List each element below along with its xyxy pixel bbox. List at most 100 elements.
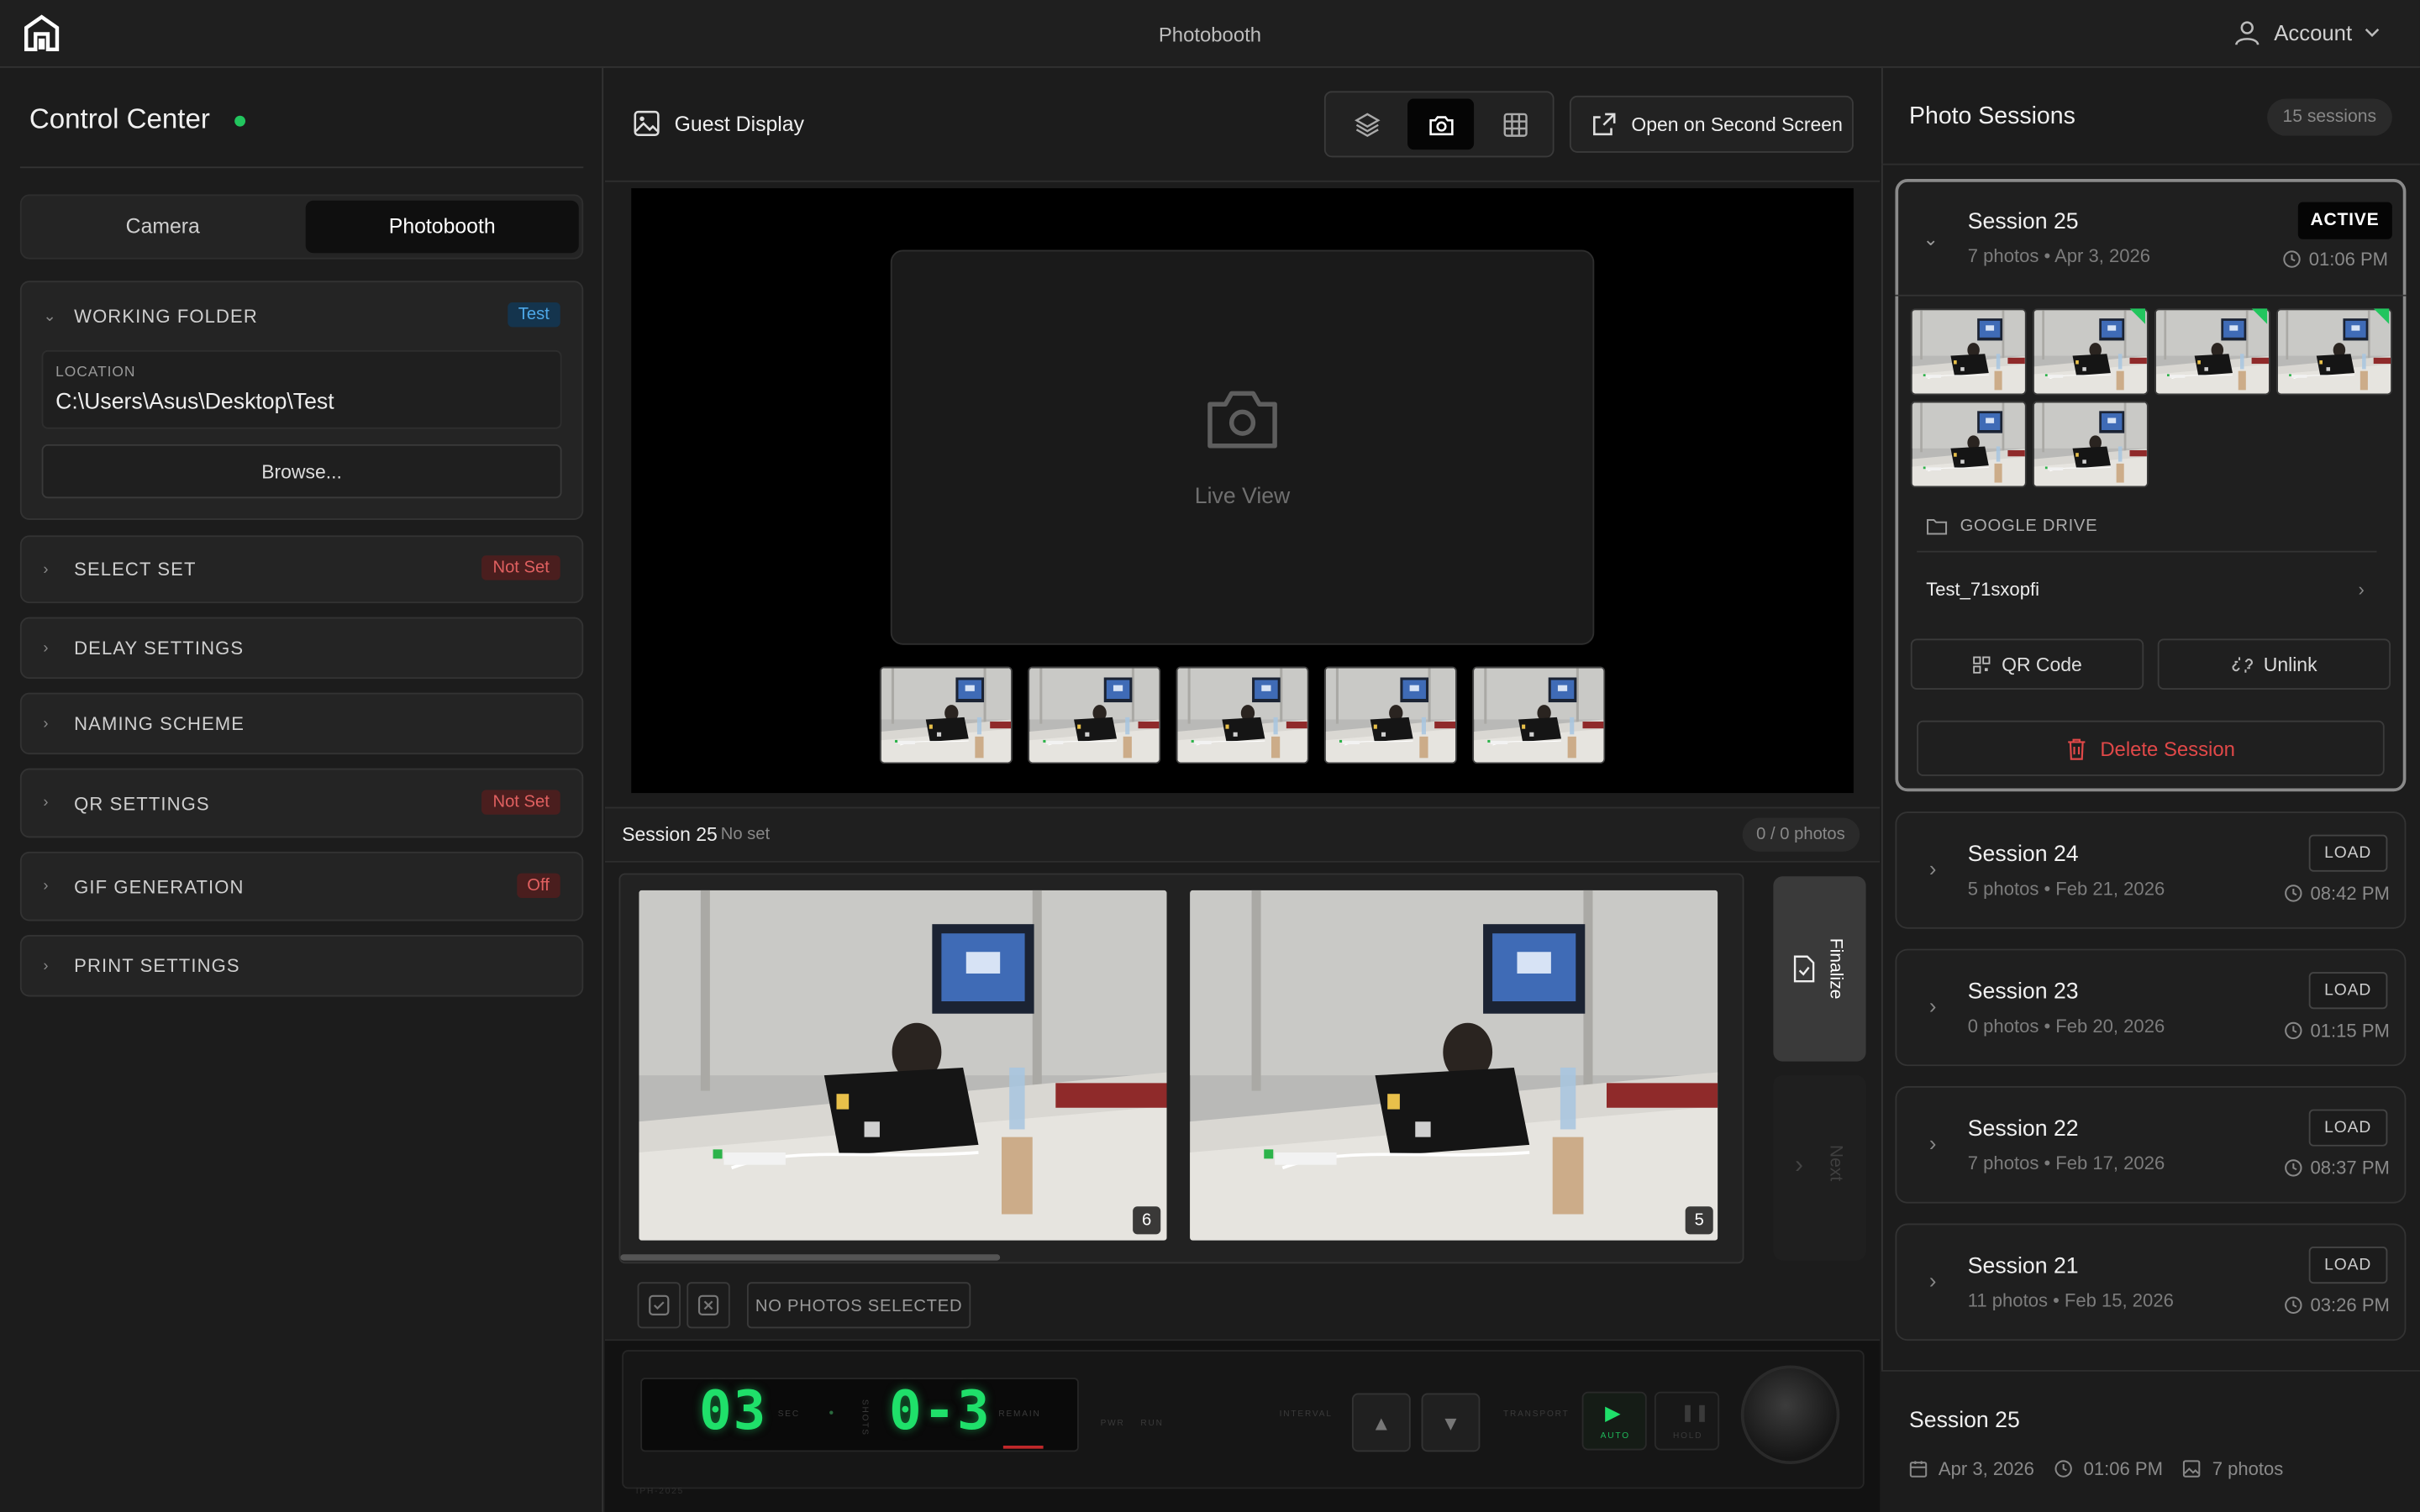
session-card[interactable]: › Session 23 0 photos • Feb 20, 2026 LOA… xyxy=(1895,948,2407,1067)
google-drive-label: GOOGLE DRIVE xyxy=(1926,517,2097,535)
gallery-photo[interactable] xyxy=(639,890,1166,1241)
section-label: SELECT SET xyxy=(74,558,197,580)
session-time: 01:06 PM xyxy=(2282,249,2388,270)
unlink-label: Unlink xyxy=(2263,653,2317,675)
section-qr-settings[interactable]: › QR SETTINGS Not Set xyxy=(19,768,584,838)
session-meta: 7 photos • Apr 3, 2026 xyxy=(1967,245,2151,267)
section-label: QR SETTINGS xyxy=(74,792,210,814)
uploaded-marker xyxy=(2129,308,2146,324)
interval-down-button[interactable]: ▼ xyxy=(1421,1393,1481,1452)
chevron-right-icon: › xyxy=(43,794,50,812)
session-card[interactable]: › Session 24 5 photos • Feb 21, 2026 LOA… xyxy=(1895,811,2407,929)
divider xyxy=(1881,163,2420,165)
session-thumbnail[interactable] xyxy=(1910,401,2027,488)
strip-thumbnail[interactable] xyxy=(1176,666,1309,764)
count-readout: 0-3 xyxy=(888,1380,992,1443)
next-label: Next xyxy=(1825,1144,1844,1182)
auto-play-button[interactable]: ▶ AUTO xyxy=(1581,1391,1647,1451)
clock-icon xyxy=(2054,1460,2072,1478)
status-badge: Off xyxy=(516,873,560,898)
section-select-set[interactable]: › SELECT SET Not Set xyxy=(19,535,584,604)
status-badge: Not Set xyxy=(481,555,560,580)
chevron-right-icon: › xyxy=(1928,1131,1937,1156)
clock-icon xyxy=(2285,1159,2302,1177)
run-label: RUN xyxy=(1140,1419,1164,1429)
active-badge: ACTIVE xyxy=(2297,202,2392,239)
interval-up-button[interactable]: ▲ xyxy=(1351,1393,1411,1452)
display-mode-toggle xyxy=(1323,91,1555,158)
section-gif-generation[interactable]: › GIF GENERATION Off xyxy=(19,851,584,921)
account-label: Account xyxy=(2274,19,2353,45)
browse-button[interactable]: Browse... xyxy=(41,444,562,499)
section-delay-settings[interactable]: › DELAY SETTINGS xyxy=(19,617,584,680)
image-icon xyxy=(633,109,660,144)
section-label: PRINT SETTINGS xyxy=(74,954,240,977)
tab-camera[interactable]: Camera xyxy=(26,201,299,253)
gallery-photo[interactable] xyxy=(1190,890,1718,1241)
current-session-set: No set xyxy=(720,825,771,844)
current-session-name: Session 25 xyxy=(622,823,718,846)
delete-session-button[interactable]: Delete Session xyxy=(1917,720,2385,776)
select-all-button[interactable] xyxy=(637,1282,681,1329)
session-time-value: 03:26 PM xyxy=(2310,1294,2390,1316)
next-button[interactable]: › Next xyxy=(1773,1075,1866,1261)
calendar-icon xyxy=(1909,1461,1928,1478)
clock-icon xyxy=(2283,250,2301,268)
layers-button[interactable] xyxy=(1334,99,1400,150)
google-drive-text: GOOGLE DRIVE xyxy=(1960,517,2098,536)
tab-photobooth[interactable]: Photobooth xyxy=(305,200,579,254)
session-meta: 7 photos • Feb 17, 2026 xyxy=(1967,1152,2165,1174)
chevron-right-icon: › xyxy=(43,560,50,578)
section-print-settings[interactable]: › PRINT SETTINGS xyxy=(19,935,584,997)
strip-thumbnail[interactable] xyxy=(1323,666,1457,764)
session-time-value: 01:06 PM xyxy=(2308,248,2389,270)
checkbox-icon xyxy=(649,1294,670,1315)
unlink-icon xyxy=(2231,656,2253,672)
photo-number-badge: 5 xyxy=(1685,1206,1713,1235)
user-icon xyxy=(2235,21,2260,45)
finalize-button[interactable]: Finalize xyxy=(1773,876,1866,1062)
divider xyxy=(19,166,584,169)
account-menu[interactable]: Account xyxy=(2233,18,2380,46)
qr-code-button[interactable]: QR Code xyxy=(1910,638,2144,690)
hold-button[interactable]: ❚❚ HOLD xyxy=(1654,1391,1720,1451)
load-button[interactable]: LOAD xyxy=(2308,972,2387,1010)
section-label: NAMING SCHEME xyxy=(74,712,245,735)
working-folder-header[interactable]: ⌄ WORKING FOLDER xyxy=(43,282,257,350)
chevron-right-icon[interactable]: › xyxy=(2358,579,2364,601)
strip-thumbnail[interactable] xyxy=(1472,666,1606,764)
delete-session-label: Delete Session xyxy=(2100,737,2235,760)
section-label: GIF GENERATION xyxy=(74,875,245,898)
load-button[interactable]: LOAD xyxy=(2308,1247,2387,1284)
session-meta: 11 photos • Feb 15, 2026 xyxy=(1967,1289,2174,1312)
grid-button[interactable] xyxy=(1481,99,1548,150)
camera-icon xyxy=(1428,115,1453,135)
session-thumbnail[interactable] xyxy=(1910,308,2027,396)
qr-code-label: QR Code xyxy=(2002,653,2082,675)
gallery-scrollbar[interactable] xyxy=(620,1254,1001,1261)
external-link-icon xyxy=(1593,113,1616,136)
drive-folder-link[interactable]: Test_71sxopfi xyxy=(1926,579,2039,601)
open-second-screen-button[interactable]: Open on Second Screen xyxy=(1569,95,1854,153)
strip-thumbnail[interactable] xyxy=(1028,666,1161,764)
layers-icon xyxy=(1354,112,1380,137)
shots-label: SHOTS xyxy=(860,1399,870,1436)
footer-photos: 7 photos xyxy=(2212,1457,2284,1480)
session-time: 03:26 PM xyxy=(2284,1294,2390,1316)
unlink-button[interactable]: Unlink xyxy=(2157,638,2391,690)
session-thumbnail[interactable] xyxy=(2032,401,2149,488)
session-card[interactable]: › Session 22 7 photos • Feb 17, 2026 LOA… xyxy=(1895,1086,2407,1204)
load-button[interactable]: LOAD xyxy=(2308,1109,2387,1147)
status-badge: Not Set xyxy=(481,790,560,815)
section-naming-scheme[interactable]: › NAMING SCHEME xyxy=(19,692,584,755)
chevron-right-icon: › xyxy=(1795,1152,1803,1179)
session-card[interactable]: › Session 21 11 photos • Feb 15, 2026 LO… xyxy=(1895,1223,2407,1341)
rotary-knob[interactable] xyxy=(1740,1365,1840,1465)
camera-button[interactable] xyxy=(1407,98,1475,150)
strip-thumbnail[interactable] xyxy=(879,666,1013,764)
chevron-down-icon[interactable]: ⌄ xyxy=(1923,228,1939,250)
clear-selection-button[interactable] xyxy=(687,1282,730,1329)
uploaded-marker xyxy=(2373,308,2390,324)
load-button[interactable]: LOAD xyxy=(2308,834,2387,872)
session-name: Session 24 xyxy=(1967,842,2079,868)
